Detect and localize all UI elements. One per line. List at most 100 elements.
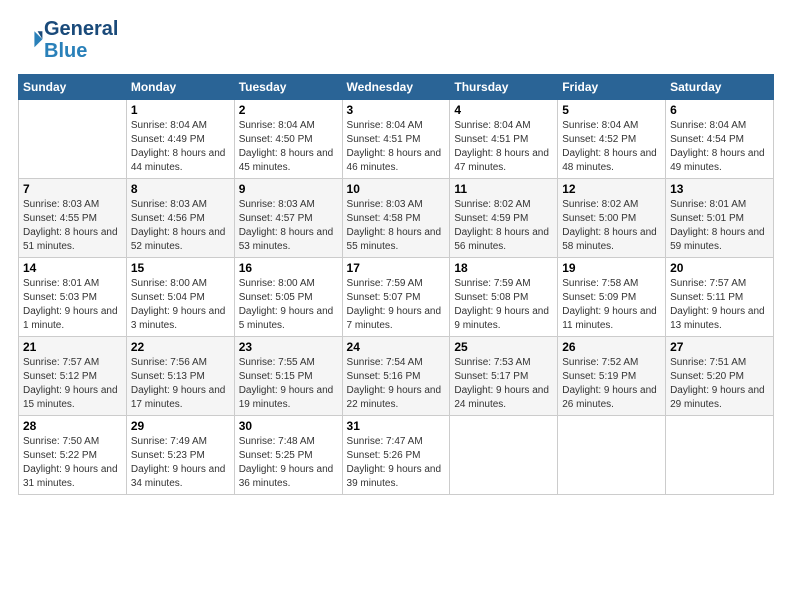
calendar-header-row: SundayMondayTuesdayWednesdayThursdayFrid… [19, 75, 774, 100]
day-info: Sunrise: 7:53 AMSunset: 5:17 PMDaylight:… [454, 356, 553, 412]
day-cell: 29 Sunrise: 7:49 AMSunset: 5:23 PMDayligh… [126, 416, 234, 495]
day-cell [666, 416, 774, 495]
day-info: Sunrise: 7:51 AMSunset: 5:20 PMDaylight:… [670, 356, 769, 412]
day-info: Sunrise: 8:04 AMSunset: 4:52 PMDaylight:… [562, 119, 661, 175]
logo: General Blue [18, 18, 118, 62]
day-info: Sunrise: 7:54 AMSunset: 5:16 PMDaylight:… [347, 356, 446, 412]
day-cell [450, 416, 558, 495]
day-cell: 7 Sunrise: 8:03 AMSunset: 4:55 PMDaylight… [19, 179, 127, 258]
day-info: Sunrise: 8:04 AMSunset: 4:50 PMDaylight:… [239, 119, 338, 175]
day-cell: 2 Sunrise: 8:04 AMSunset: 4:50 PMDaylight… [234, 100, 342, 179]
day-cell: 27 Sunrise: 7:51 AMSunset: 5:20 PMDayligh… [666, 337, 774, 416]
day-cell [558, 416, 666, 495]
day-number: 9 [239, 182, 338, 196]
calendar-table: SundayMondayTuesdayWednesdayThursdayFrid… [18, 74, 774, 495]
day-number: 19 [562, 261, 661, 275]
day-number: 21 [23, 340, 122, 354]
day-number: 23 [239, 340, 338, 354]
day-info: Sunrise: 8:04 AMSunset: 4:51 PMDaylight:… [454, 119, 553, 175]
page-header: General Blue [18, 18, 774, 62]
day-number: 3 [347, 103, 446, 117]
day-cell: 5 Sunrise: 8:04 AMSunset: 4:52 PMDaylight… [558, 100, 666, 179]
day-number: 10 [347, 182, 446, 196]
day-cell: 28 Sunrise: 7:50 AMSunset: 5:22 PMDayligh… [19, 416, 127, 495]
day-cell: 26Sunrise: 7:52 AMSunset: 5:19 PMDayligh… [558, 337, 666, 416]
day-info: Sunrise: 8:03 AMSunset: 4:55 PMDaylight:… [23, 198, 122, 254]
day-cell: 17 Sunrise: 7:59 AMSunset: 5:07 PMDayligh… [342, 258, 450, 337]
day-cell: 22 Sunrise: 7:56 AMSunset: 5:13 PMDayligh… [126, 337, 234, 416]
day-cell: 13 Sunrise: 8:01 AMSunset: 5:01 PMDayligh… [666, 179, 774, 258]
day-info: Sunrise: 8:04 AMSunset: 4:51 PMDaylight:… [347, 119, 446, 175]
header-monday: Monday [126, 75, 234, 100]
header-wednesday: Wednesday [342, 75, 450, 100]
day-number: 18 [454, 261, 553, 275]
day-info: Sunrise: 7:58 AMSunset: 5:09 PMDaylight:… [562, 277, 661, 333]
day-number: 12 [562, 182, 661, 196]
day-info: Sunrise: 7:55 AMSunset: 5:15 PMDaylight:… [239, 356, 338, 412]
day-info: Sunrise: 8:00 AMSunset: 5:05 PMDaylight:… [239, 277, 338, 333]
day-cell: 12 Sunrise: 8:02 AMSunset: 5:00 PMDayligh… [558, 179, 666, 258]
header-tuesday: Tuesday [234, 75, 342, 100]
day-cell [19, 100, 127, 179]
day-info: Sunrise: 8:03 AMSunset: 4:58 PMDaylight:… [347, 198, 446, 254]
day-number: 24 [347, 340, 446, 354]
day-number: 7 [23, 182, 122, 196]
day-number: 28 [23, 419, 122, 433]
day-number: 11 [454, 182, 553, 196]
day-info: Sunrise: 7:59 AMSunset: 5:07 PMDaylight:… [347, 277, 446, 333]
week-row-2: 7 Sunrise: 8:03 AMSunset: 4:55 PMDaylight… [19, 179, 774, 258]
day-cell: 6 Sunrise: 8:04 AMSunset: 4:54 PMDaylight… [666, 100, 774, 179]
day-number: 27 [670, 340, 769, 354]
day-info: Sunrise: 7:47 AMSunset: 5:26 PMDaylight:… [347, 435, 446, 491]
day-cell: 11 Sunrise: 8:02 AMSunset: 4:59 PMDayligh… [450, 179, 558, 258]
day-cell: 20Sunrise: 7:57 AMSunset: 5:11 PMDayligh… [666, 258, 774, 337]
day-cell: 24 Sunrise: 7:54 AMSunset: 5:16 PMDayligh… [342, 337, 450, 416]
day-number: 22 [131, 340, 230, 354]
week-row-3: 14Sunrise: 8:01 AMSunset: 5:03 PMDayligh… [19, 258, 774, 337]
day-cell: 19 Sunrise: 7:58 AMSunset: 5:09 PMDayligh… [558, 258, 666, 337]
day-info: Sunrise: 8:02 AMSunset: 5:00 PMDaylight:… [562, 198, 661, 254]
day-number: 4 [454, 103, 553, 117]
logo-line1: General [44, 18, 118, 40]
day-info: Sunrise: 7:50 AMSunset: 5:22 PMDaylight:… [23, 435, 122, 491]
day-number: 30 [239, 419, 338, 433]
day-number: 5 [562, 103, 661, 117]
header-friday: Friday [558, 75, 666, 100]
day-info: Sunrise: 8:00 AMSunset: 5:04 PMDaylight:… [131, 277, 230, 333]
day-number: 14 [23, 261, 122, 275]
day-cell: 30Sunrise: 7:48 AMSunset: 5:25 PMDayligh… [234, 416, 342, 495]
day-cell: 18 Sunrise: 7:59 AMSunset: 5:08 PMDayligh… [450, 258, 558, 337]
day-number: 25 [454, 340, 553, 354]
day-number: 31 [347, 419, 446, 433]
day-cell: 31 Sunrise: 7:47 AMSunset: 5:26 PMDayligh… [342, 416, 450, 495]
day-info: Sunrise: 7:56 AMSunset: 5:13 PMDaylight:… [131, 356, 230, 412]
day-info: Sunrise: 7:57 AMSunset: 5:11 PMDaylight:… [670, 277, 769, 333]
day-number: 15 [131, 261, 230, 275]
day-number: 8 [131, 182, 230, 196]
day-info: Sunrise: 8:03 AMSunset: 4:57 PMDaylight:… [239, 198, 338, 254]
day-number: 2 [239, 103, 338, 117]
day-number: 6 [670, 103, 769, 117]
day-cell: 15 Sunrise: 8:00 AMSunset: 5:04 PMDayligh… [126, 258, 234, 337]
day-number: 13 [670, 182, 769, 196]
header-thursday: Thursday [450, 75, 558, 100]
day-number: 16 [239, 261, 338, 275]
day-info: Sunrise: 8:03 AMSunset: 4:56 PMDaylight:… [131, 198, 230, 254]
day-cell: 3 Sunrise: 8:04 AMSunset: 4:51 PMDaylight… [342, 100, 450, 179]
day-cell: 9 Sunrise: 8:03 AMSunset: 4:57 PMDaylight… [234, 179, 342, 258]
day-number: 1 [131, 103, 230, 117]
logo-icon [20, 28, 44, 52]
day-info: Sunrise: 8:04 AMSunset: 4:54 PMDaylight:… [670, 119, 769, 175]
day-info: Sunrise: 8:02 AMSunset: 4:59 PMDaylight:… [454, 198, 553, 254]
day-number: 29 [131, 419, 230, 433]
day-cell: 25 Sunrise: 7:53 AMSunset: 5:17 PMDayligh… [450, 337, 558, 416]
week-row-1: 1Sunrise: 8:04 AMSunset: 4:49 PMDaylight… [19, 100, 774, 179]
day-info: Sunrise: 7:59 AMSunset: 5:08 PMDaylight:… [454, 277, 553, 333]
day-info: Sunrise: 8:01 AMSunset: 5:01 PMDaylight:… [670, 198, 769, 254]
week-row-4: 21Sunrise: 7:57 AMSunset: 5:12 PMDayligh… [19, 337, 774, 416]
day-cell: 4 Sunrise: 8:04 AMSunset: 4:51 PMDaylight… [450, 100, 558, 179]
day-number: 17 [347, 261, 446, 275]
day-cell: 16 Sunrise: 8:00 AMSunset: 5:05 PMDayligh… [234, 258, 342, 337]
day-cell: 1Sunrise: 8:04 AMSunset: 4:49 PMDaylight… [126, 100, 234, 179]
day-info: Sunrise: 7:49 AMSunset: 5:23 PMDaylight:… [131, 435, 230, 491]
